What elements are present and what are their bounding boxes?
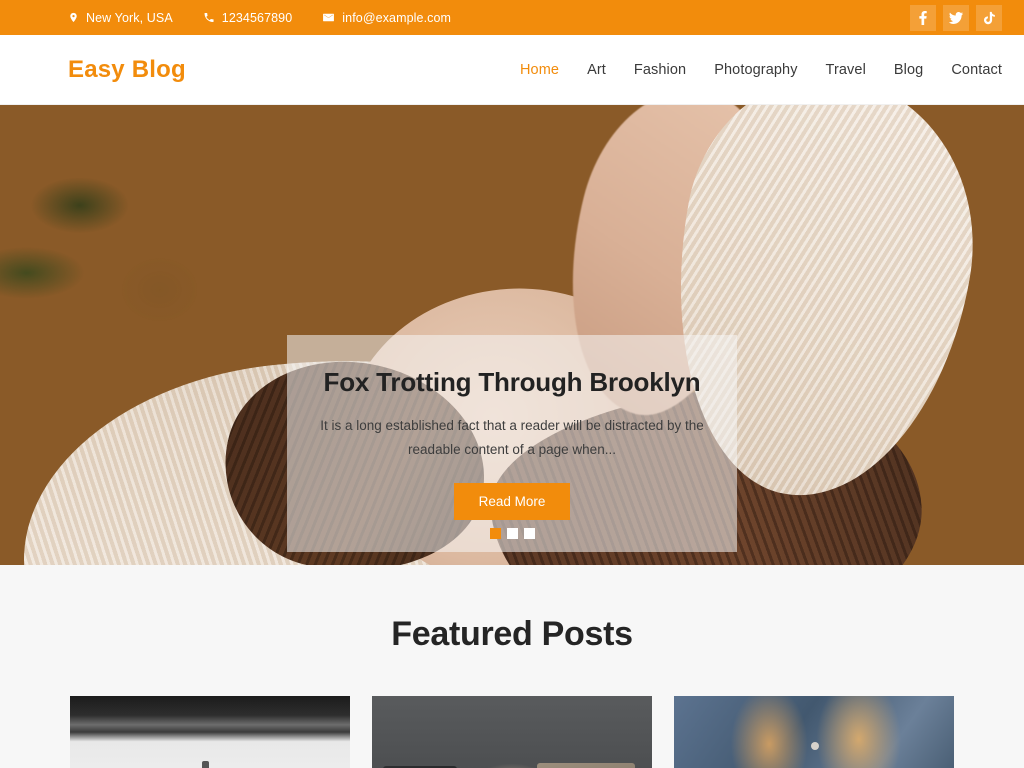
featured-post-card-1[interactable] (70, 696, 350, 768)
nav-item-blog[interactable]: Blog (894, 62, 923, 78)
nav-item-travel[interactable]: Travel (826, 62, 866, 78)
carousel-indicator-3[interactable] (523, 528, 535, 539)
carousel-indicators (0, 528, 1024, 539)
hero-title: Fox Trotting Through Brooklyn (323, 366, 701, 397)
nav-item-home[interactable]: Home (520, 62, 559, 78)
facebook-link[interactable] (910, 4, 936, 31)
nav-item-photography[interactable]: Photography (714, 62, 797, 78)
nav-item-fashion[interactable]: Fashion (634, 62, 686, 78)
hero-caption-panel: Fox Trotting Through Brooklyn It is a lo… (287, 335, 737, 552)
featured-post-card-3[interactable] (674, 696, 954, 768)
hero-description: It is a long established fact that a rea… (320, 417, 704, 457)
map-pin-icon (68, 11, 79, 24)
main-navigation-bar: Easy Blog Home Art Fashion Photography T… (0, 35, 1024, 105)
featured-post-image-3 (674, 696, 954, 768)
twitter-link[interactable] (943, 4, 969, 31)
read-more-button[interactable]: Read More (453, 483, 571, 521)
contact-location-text: New York, USA (86, 10, 173, 25)
featured-post-card-2[interactable] (372, 696, 652, 768)
contact-list: New York, USA 1234567890 info@example.co… (68, 11, 451, 25)
tiktok-icon (983, 11, 995, 25)
nav-item-art[interactable]: Art (587, 62, 606, 78)
site-logo[interactable]: Easy Blog (68, 56, 186, 84)
featured-post-image-2 (372, 696, 652, 768)
contact-email-text: info@example.com (342, 10, 452, 25)
grass-patch-layer (0, 141, 267, 354)
tiktok-link[interactable] (976, 4, 1002, 31)
nav-item-contact[interactable]: Contact (951, 62, 1002, 78)
contact-phone-text: 1234567890 (221, 10, 293, 25)
nav-menu: Home Art Fashion Photography Travel Blog… (520, 62, 1002, 78)
twitter-icon (949, 11, 963, 24)
social-links (910, 4, 1002, 31)
phone-icon (203, 11, 215, 24)
hero-carousel: Fox Trotting Through Brooklyn It is a lo… (0, 105, 1024, 565)
carousel-indicator-2[interactable] (506, 528, 518, 539)
featured-posts-grid (0, 696, 1024, 768)
facebook-icon (919, 10, 927, 25)
envelope-icon (322, 11, 335, 24)
top-contact-bar: New York, USA 1234567890 info@example.co… (0, 0, 1024, 35)
contact-email[interactable]: info@example.com (322, 11, 451, 25)
contact-phone[interactable]: 1234567890 (203, 11, 293, 25)
contact-location[interactable]: New York, USA (68, 11, 173, 25)
featured-post-image-1 (70, 696, 350, 768)
carousel-indicator-1[interactable] (489, 528, 501, 539)
featured-posts-section: Featured Posts (0, 565, 1024, 768)
featured-posts-heading: Featured Posts (391, 615, 633, 653)
